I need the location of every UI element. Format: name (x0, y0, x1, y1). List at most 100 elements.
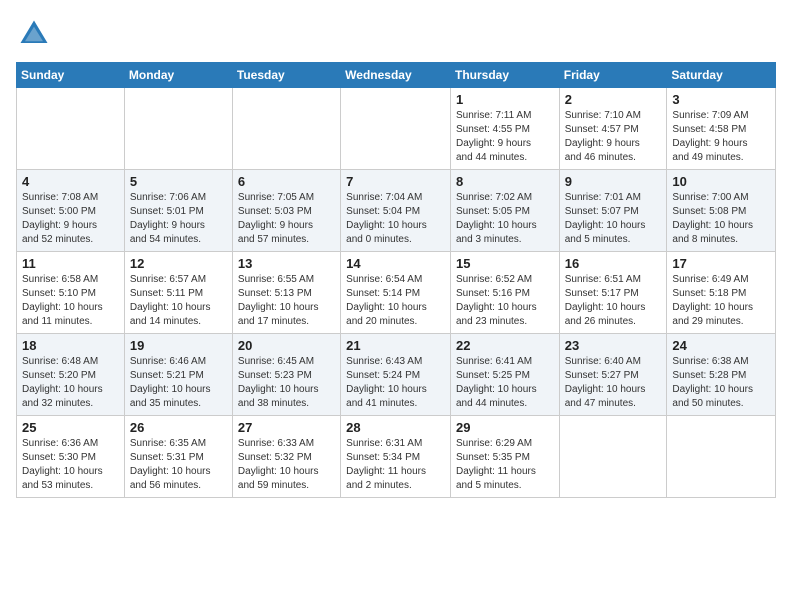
calendar-cell: 28 Sunrise: 6:31 AM Sunset: 5:34 PM Dayli… (341, 416, 451, 498)
calendar-cell (559, 416, 667, 498)
calendar-cell: 21 Sunrise: 6:43 AM Sunset: 5:24 PM Dayli… (341, 334, 451, 416)
day-detail: Sunrise: 7:06 AM Sunset: 5:01 PM Dayligh… (130, 191, 227, 247)
calendar-cell: 8 Sunrise: 7:02 AM Sunset: 5:05 PM Daylig… (450, 170, 559, 252)
calendar-cell: 27 Sunrise: 6:33 AM Sunset: 5:32 PM Dayli… (232, 416, 340, 498)
calendar-cell: 11 Sunrise: 6:58 AM Sunset: 5:10 PM Dayli… (17, 252, 125, 334)
day-number: 20 (238, 338, 335, 353)
day-number: 9 (565, 174, 662, 189)
day-number: 13 (238, 256, 335, 271)
day-number: 21 (346, 338, 445, 353)
day-number: 15 (456, 256, 554, 271)
calendar-week-4: 18Sunrise: 6:48 AM Sunset: 5:20 PM Dayli… (17, 334, 776, 416)
day-number: 3 (672, 92, 770, 107)
day-number: 14 (346, 256, 445, 271)
day-detail: Sunrise: 6:54 AM Sunset: 5:14 PM Dayligh… (346, 273, 445, 329)
day-detail: Sunrise: 6:55 AM Sunset: 5:13 PM Dayligh… (238, 273, 335, 329)
calendar-cell (124, 88, 232, 170)
calendar-cell (667, 416, 776, 498)
day-detail: Sunrise: 6:45 AM Sunset: 5:23 PM Dayligh… (238, 355, 335, 411)
calendar-cell: 19 Sunrise: 6:46 AM Sunset: 5:21 PM Dayli… (124, 334, 232, 416)
calendar-cell: 17 Sunrise: 6:49 AM Sunset: 5:18 PM Dayli… (667, 252, 776, 334)
calendar-header-thursday: Thursday (450, 63, 559, 88)
day-detail: Sunrise: 6:51 AM Sunset: 5:17 PM Dayligh… (565, 273, 662, 329)
day-detail: Sunrise: 6:31 AM Sunset: 5:34 PM Dayligh… (346, 437, 445, 493)
calendar-cell: 22 Sunrise: 6:41 AM Sunset: 5:25 PM Dayli… (450, 334, 559, 416)
day-detail: Sunrise: 7:10 AM Sunset: 4:57 PM Dayligh… (565, 109, 662, 165)
logo (16, 16, 56, 52)
day-number: 22 (456, 338, 554, 353)
calendar-cell: 14 Sunrise: 6:54 AM Sunset: 5:14 PM Dayli… (341, 252, 451, 334)
day-detail: Sunrise: 7:09 AM Sunset: 4:58 PM Dayligh… (672, 109, 770, 165)
calendar-header-wednesday: Wednesday (341, 63, 451, 88)
calendar-cell: 13 Sunrise: 6:55 AM Sunset: 5:13 PM Dayli… (232, 252, 340, 334)
calendar-cell (17, 88, 125, 170)
day-detail: Sunrise: 7:08 AM Sunset: 5:00 PM Dayligh… (22, 191, 119, 247)
calendar-cell: 4 Sunrise: 7:08 AM Sunset: 5:00 PM Daylig… (17, 170, 125, 252)
calendar-cell: 12 Sunrise: 6:57 AM Sunset: 5:11 PM Dayli… (124, 252, 232, 334)
day-detail: Sunrise: 6:36 AM Sunset: 5:30 PM Dayligh… (22, 437, 119, 493)
day-number: 29 (456, 420, 554, 435)
day-detail: Sunrise: 7:04 AM Sunset: 5:04 PM Dayligh… (346, 191, 445, 247)
calendar-cell: 18Sunrise: 6:48 AM Sunset: 5:20 PM Dayli… (17, 334, 125, 416)
day-number: 19 (130, 338, 227, 353)
calendar-cell: 26 Sunrise: 6:35 AM Sunset: 5:31 PM Dayli… (124, 416, 232, 498)
day-number: 11 (22, 256, 119, 271)
calendar-cell: 6Sunrise: 7:05 AM Sunset: 5:03 PM Daylig… (232, 170, 340, 252)
calendar-header-sunday: Sunday (17, 63, 125, 88)
day-detail: Sunrise: 6:41 AM Sunset: 5:25 PM Dayligh… (456, 355, 554, 411)
day-detail: Sunrise: 6:57 AM Sunset: 5:11 PM Dayligh… (130, 273, 227, 329)
calendar-cell: 15 Sunrise: 6:52 AM Sunset: 5:16 PM Dayli… (450, 252, 559, 334)
day-detail: Sunrise: 6:35 AM Sunset: 5:31 PM Dayligh… (130, 437, 227, 493)
day-number: 27 (238, 420, 335, 435)
day-number: 16 (565, 256, 662, 271)
calendar-cell: 9 Sunrise: 7:01 AM Sunset: 5:07 PM Daylig… (559, 170, 667, 252)
calendar-week-2: 4 Sunrise: 7:08 AM Sunset: 5:00 PM Daylig… (17, 170, 776, 252)
day-detail: Sunrise: 7:02 AM Sunset: 5:05 PM Dayligh… (456, 191, 554, 247)
calendar-cell: 20 Sunrise: 6:45 AM Sunset: 5:23 PM Dayli… (232, 334, 340, 416)
day-number: 8 (456, 174, 554, 189)
day-detail: Sunrise: 6:49 AM Sunset: 5:18 PM Dayligh… (672, 273, 770, 329)
calendar-cell: 1 Sunrise: 7:11 AM Sunset: 4:55 PM Daylig… (450, 88, 559, 170)
calendar-header-row: SundayMondayTuesdayWednesdayThursdayFrid… (17, 63, 776, 88)
day-number: 25 (22, 420, 119, 435)
calendar-cell: 7 Sunrise: 7:04 AM Sunset: 5:04 PM Daylig… (341, 170, 451, 252)
day-number: 17 (672, 256, 770, 271)
calendar-table: SundayMondayTuesdayWednesdayThursdayFrid… (16, 62, 776, 498)
calendar-header-saturday: Saturday (667, 63, 776, 88)
day-number: 12 (130, 256, 227, 271)
calendar-cell (341, 88, 451, 170)
day-detail: Sunrise: 6:46 AM Sunset: 5:21 PM Dayligh… (130, 355, 227, 411)
calendar-cell: 24Sunrise: 6:38 AM Sunset: 5:28 PM Dayli… (667, 334, 776, 416)
day-number: 10 (672, 174, 770, 189)
day-number: 18 (22, 338, 119, 353)
calendar-cell: 10 Sunrise: 7:00 AM Sunset: 5:08 PM Dayli… (667, 170, 776, 252)
day-detail: Sunrise: 6:58 AM Sunset: 5:10 PM Dayligh… (22, 273, 119, 329)
day-number: 24 (672, 338, 770, 353)
day-number: 23 (565, 338, 662, 353)
calendar-cell (232, 88, 340, 170)
day-detail: Sunrise: 7:01 AM Sunset: 5:07 PM Dayligh… (565, 191, 662, 247)
day-number: 6 (238, 174, 335, 189)
calendar-cell: 2Sunrise: 7:10 AM Sunset: 4:57 PM Daylig… (559, 88, 667, 170)
day-number: 4 (22, 174, 119, 189)
logo-icon (16, 16, 52, 52)
day-number: 26 (130, 420, 227, 435)
day-detail: Sunrise: 7:00 AM Sunset: 5:08 PM Dayligh… (672, 191, 770, 247)
calendar-header-monday: Monday (124, 63, 232, 88)
calendar-week-3: 11 Sunrise: 6:58 AM Sunset: 5:10 PM Dayli… (17, 252, 776, 334)
day-number: 7 (346, 174, 445, 189)
day-detail: Sunrise: 7:11 AM Sunset: 4:55 PM Dayligh… (456, 109, 554, 165)
calendar-cell: 5Sunrise: 7:06 AM Sunset: 5:01 PM Daylig… (124, 170, 232, 252)
calendar-cell: 23Sunrise: 6:40 AM Sunset: 5:27 PM Dayli… (559, 334, 667, 416)
calendar-cell: 25 Sunrise: 6:36 AM Sunset: 5:30 PM Dayli… (17, 416, 125, 498)
day-detail: Sunrise: 6:52 AM Sunset: 5:16 PM Dayligh… (456, 273, 554, 329)
calendar-cell: 16 Sunrise: 6:51 AM Sunset: 5:17 PM Dayli… (559, 252, 667, 334)
calendar-header-tuesday: Tuesday (232, 63, 340, 88)
day-number: 28 (346, 420, 445, 435)
calendar-cell: 3 Sunrise: 7:09 AM Sunset: 4:58 PM Daylig… (667, 88, 776, 170)
day-number: 1 (456, 92, 554, 107)
day-detail: Sunrise: 6:29 AM Sunset: 5:35 PM Dayligh… (456, 437, 554, 493)
page-header (16, 16, 776, 52)
day-detail: Sunrise: 6:43 AM Sunset: 5:24 PM Dayligh… (346, 355, 445, 411)
day-detail: Sunrise: 6:33 AM Sunset: 5:32 PM Dayligh… (238, 437, 335, 493)
